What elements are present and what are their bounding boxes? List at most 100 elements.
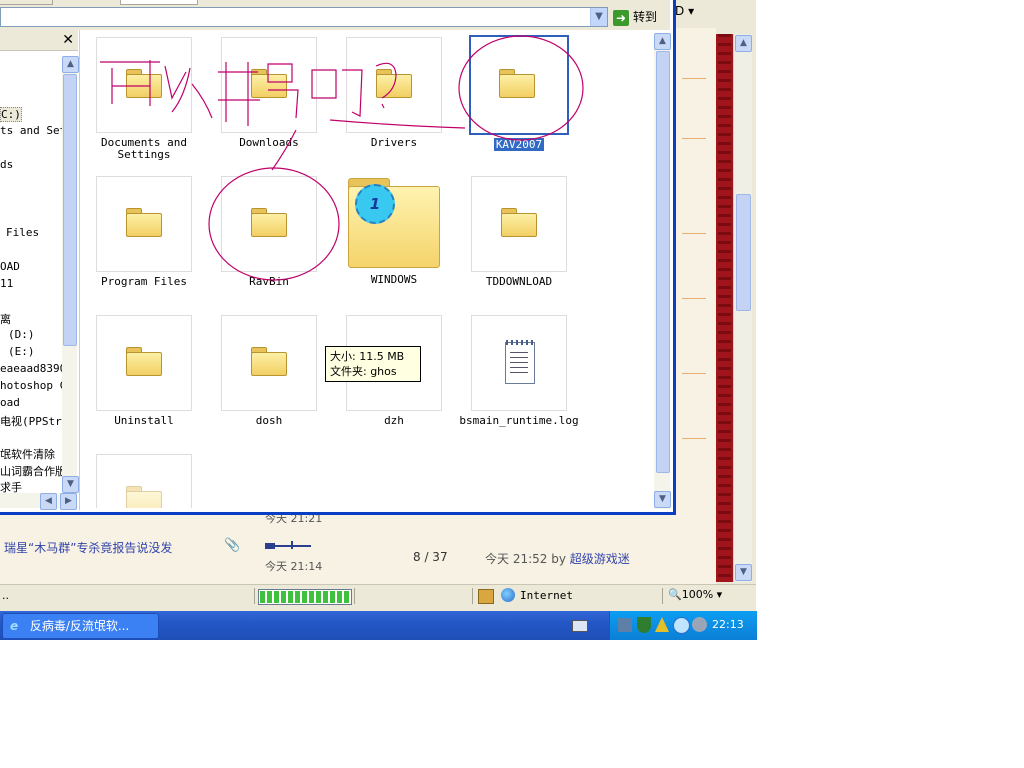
tree-item[interactable]: (D:) [8, 328, 35, 341]
refresh-icon[interactable] [673, 617, 690, 634]
taskbar: e 反病毒/反流氓软... 22:13 [0, 611, 757, 640]
file-item[interactable]: bsmain_runtime.log [459, 315, 579, 427]
address-bar-row: ▼ ➜ 转到 [0, 0, 670, 30]
tooltip-folder: 文件夹: ghos [330, 365, 397, 378]
item-label: Drivers [370, 136, 418, 149]
clock: 22:13 [712, 618, 744, 631]
folder-item[interactable]: 1 WINDOWS [334, 176, 454, 286]
scroll-down-button[interactable]: ▼ [735, 564, 752, 581]
browser-vertical-scrollbar[interactable]: ▲ ▼ [733, 34, 752, 582]
tree-item[interactable]: eaeaad8390 [0, 362, 66, 375]
close-icon[interactable]: ✕ [62, 30, 74, 50]
thread-replies: 8 / 37 [413, 550, 448, 564]
go-button-label: 转到 [633, 10, 658, 24]
folder-item[interactable]: Downloads [209, 37, 329, 149]
tree-item[interactable]: (E:) [8, 345, 35, 358]
tree-item[interactable]: 离 [0, 311, 11, 327]
tree-item[interactable]: Files [6, 226, 39, 239]
attachment-icon: 📎 [224, 538, 241, 553]
folder-item[interactable]: Program Files [84, 176, 204, 288]
last-post-prefix: 今天 21:52 by [485, 552, 566, 566]
shield-icon[interactable] [637, 617, 651, 633]
folder-icon [126, 347, 162, 376]
taskbar-button[interactable]: e 反病毒/反流氓软... [2, 613, 159, 639]
folders-pane: ✕ C:) ts and Set ds Files OAD 11 离 (D:) … [0, 30, 80, 510]
folder-icon [126, 69, 162, 98]
ie-icon: e [10, 619, 19, 633]
explorer-window: ▼ ➜ 转到 ✕ C:) ts and Set ds Files OAD 11 离… [0, 0, 676, 515]
folders-pane-header: ✕ [0, 30, 78, 51]
go-button[interactable]: ➜ 转到 [613, 7, 668, 27]
item-label: Program Files [100, 275, 188, 288]
system-tray: 22:13 [609, 611, 757, 640]
item-label: KAV2007 [493, 138, 545, 151]
folder-icon [251, 208, 287, 237]
thread-title[interactable]: 瑞星“木马群”专杀竟报告说没发 [4, 539, 172, 556]
scroll-down-button[interactable]: ▼ [654, 491, 671, 508]
item-label: WINDOWS [370, 273, 418, 286]
folder-icon [501, 208, 537, 237]
scroll-right-button[interactable]: ▶ [60, 493, 77, 510]
scroll-up-button[interactable]: ▲ [735, 35, 752, 52]
folder-item[interactable]: dosh [209, 315, 329, 427]
status-text: .. [2, 589, 9, 602]
tree-item[interactable]: hotoshop C [0, 379, 66, 392]
scroll-thumb[interactable] [736, 194, 751, 311]
address-input[interactable]: ▼ [0, 7, 608, 27]
scroll-thumb[interactable] [656, 51, 670, 473]
tree-item[interactable]: 11 [0, 277, 13, 290]
keyboard-icon[interactable] [572, 620, 588, 632]
taskbar-button-label: 反病毒/反流氓软... [29, 619, 130, 633]
scroll-thumb[interactable] [63, 74, 77, 346]
speaker-icon[interactable] [692, 617, 707, 632]
status-bar: .. Internet 🔍100% ▾ [0, 584, 756, 607]
scroll-up-button[interactable]: ▲ [62, 56, 79, 73]
tooltip: 大小: 11.5 MB 文件夹: ghos [325, 346, 421, 382]
folder-icon: 1 [348, 178, 440, 268]
content-vertical-scrollbar[interactable]: ▲ ▼ [654, 33, 671, 509]
scroll-up-button[interactable]: ▲ [654, 33, 671, 50]
item-label: bsmain_runtime.log [459, 414, 579, 427]
decorative-strip [716, 34, 733, 582]
folders-pane-scrollbar[interactable]: ▲ ▼ [62, 56, 79, 493]
item-label: TDDOWNLOAD [485, 275, 553, 288]
folder-item[interactable]: Documents and Settings [84, 37, 204, 161]
item-label: Documents and Settings [100, 136, 188, 161]
folder-item[interactable]: TDDOWNLOAD [459, 176, 579, 288]
load-progress-bar [258, 589, 352, 605]
tree-item[interactable]: 山词霸合作版 [0, 463, 66, 479]
folder-item[interactable]: Drivers [334, 37, 454, 149]
tree-item[interactable]: ts and Set [0, 124, 66, 137]
scroll-left-button[interactable]: ◀ [40, 493, 57, 510]
go-arrow-icon: ➜ [613, 9, 629, 26]
last-post: 今天 21:52 by 超级游戏迷 [485, 550, 630, 567]
folder-item[interactable]: RavBin [209, 176, 329, 288]
tree-item[interactable]: 氓软件清除 [0, 446, 55, 462]
network-icon[interactable] [618, 618, 632, 632]
scroll-down-button[interactable]: ▼ [62, 476, 79, 493]
disc-overlay-icon: 1 [355, 184, 395, 224]
zoom-control[interactable]: 🔍100% ▾ [668, 588, 722, 601]
folder-item[interactable]: Uninstall [84, 315, 204, 427]
tree-item[interactable]: ds [0, 158, 13, 171]
document-icon [505, 340, 535, 384]
item-label: dosh [255, 414, 283, 427]
address-dropdown-button[interactable]: ▼ [590, 8, 607, 26]
folder-item-selected[interactable]: KAV2007 [459, 35, 579, 151]
zone-label: Internet [520, 589, 573, 602]
warning-icon[interactable] [655, 617, 669, 632]
top-right-label[interactable]: D ▾ [675, 4, 694, 18]
zoom-level: 100% [681, 588, 714, 601]
tree-item[interactable]: C:) [0, 107, 22, 122]
tree-item[interactable]: oad [0, 396, 20, 409]
tree-item[interactable]: 电视(PPStr [0, 413, 62, 429]
security-icon [478, 589, 494, 604]
tree-item[interactable]: OAD [0, 260, 20, 273]
folder-item-partial[interactable] [84, 454, 204, 508]
last-post-user[interactable]: 超级游戏迷 [570, 552, 630, 566]
folders-pane-hscrollbar[interactable]: ◀ ▶ [0, 493, 77, 510]
folder-icon [376, 69, 412, 98]
item-label: Downloads [239, 136, 299, 149]
internet-globe-icon [501, 588, 515, 602]
thread-date: 今天 21:14 [265, 560, 323, 573]
